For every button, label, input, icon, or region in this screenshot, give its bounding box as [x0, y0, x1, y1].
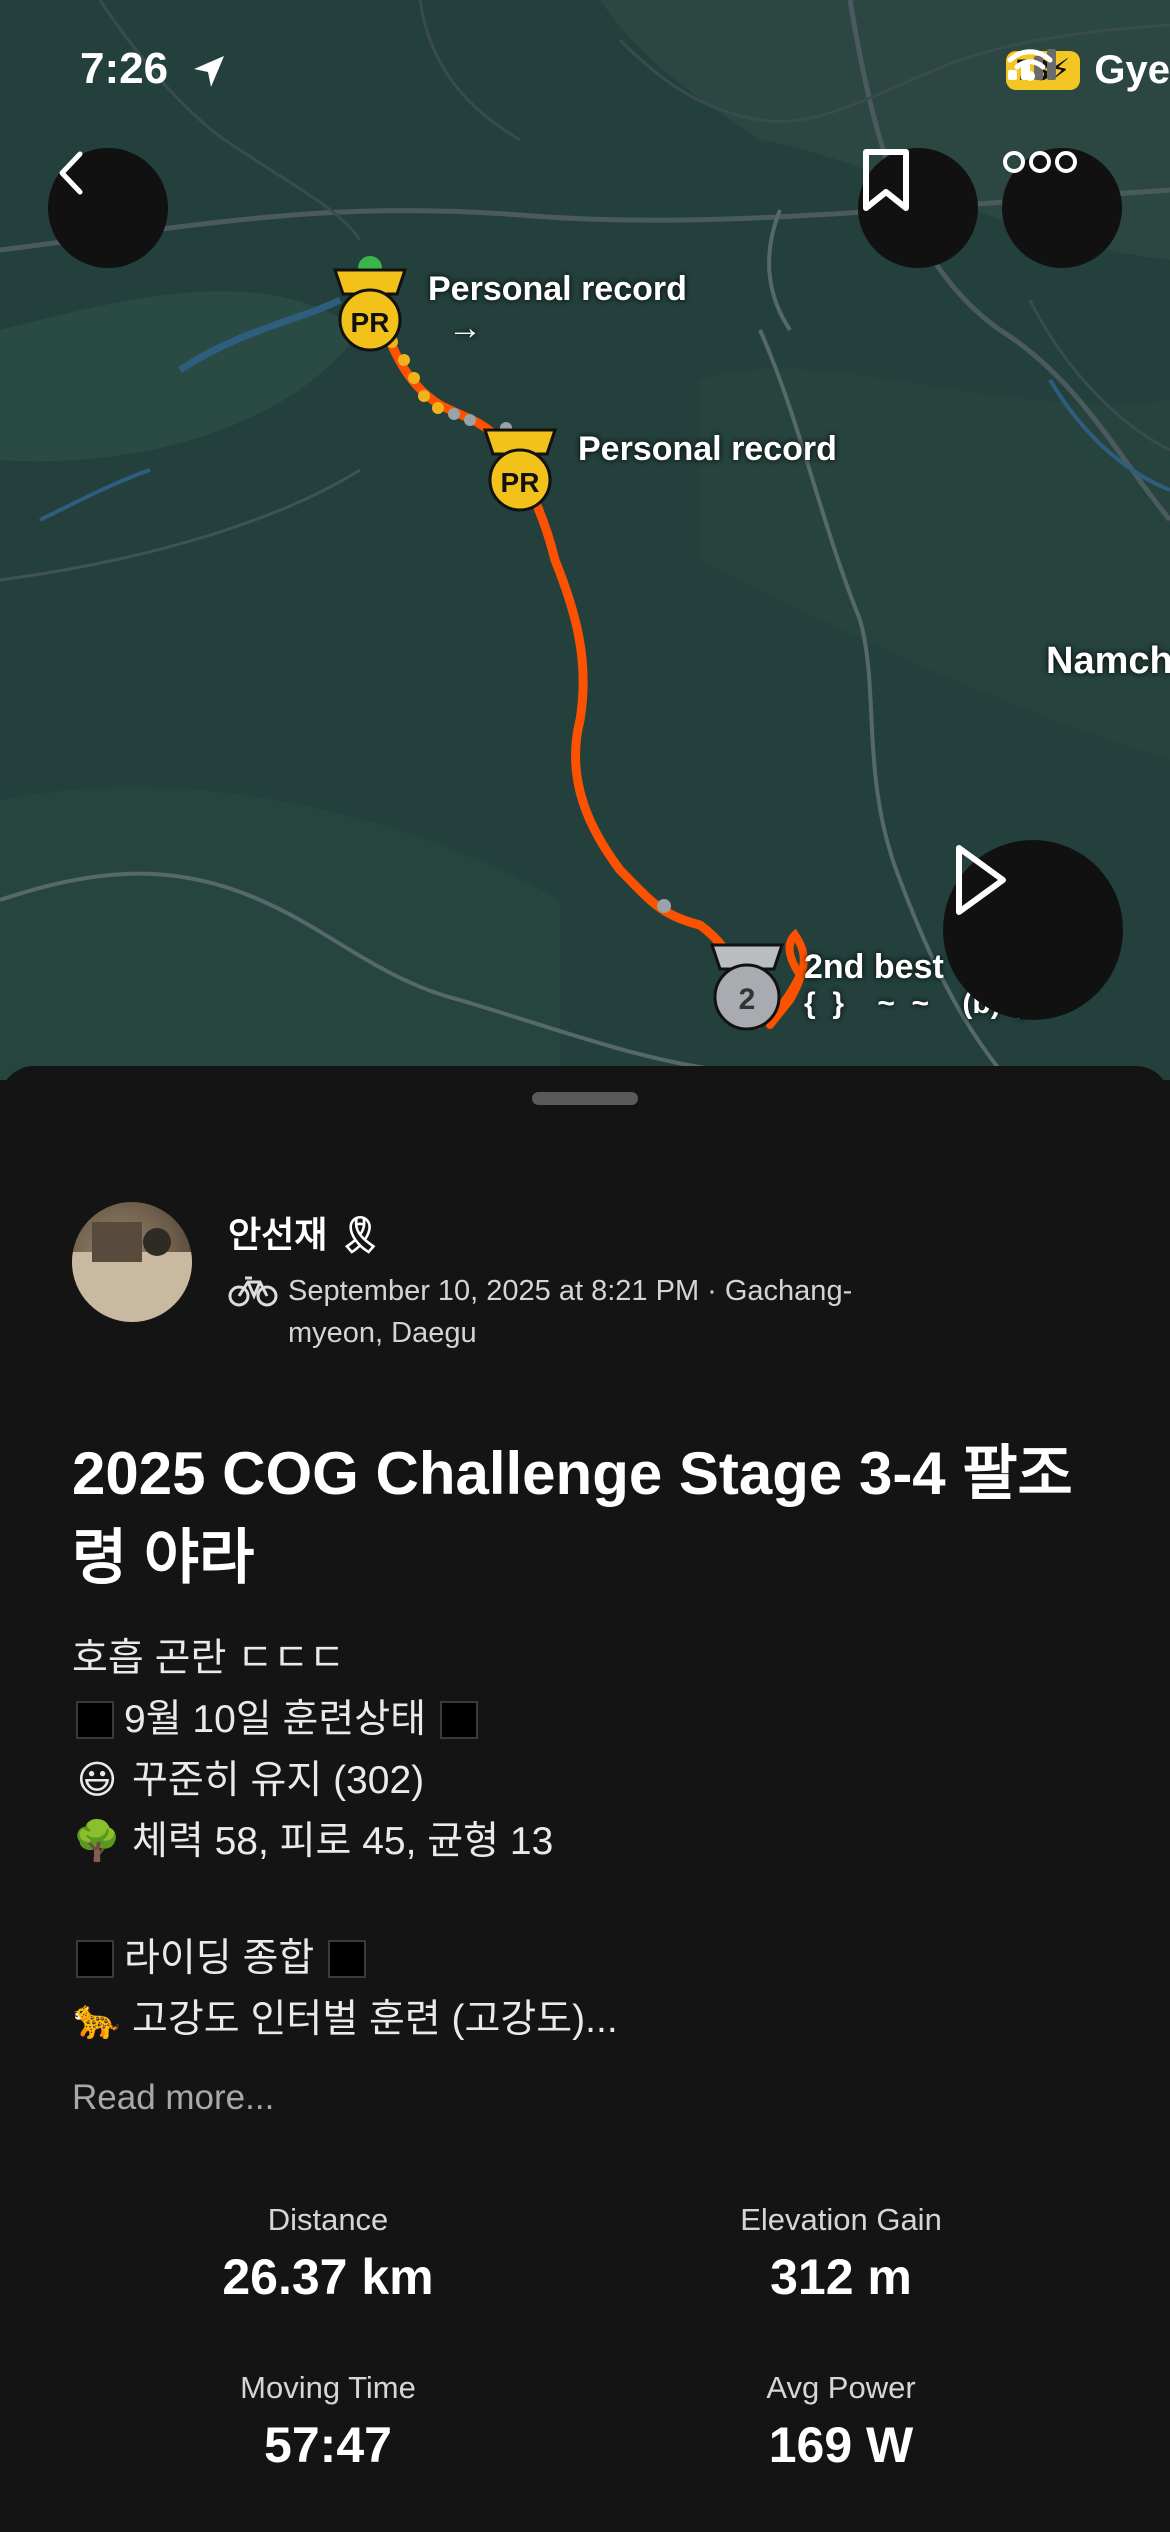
avatar[interactable]	[72, 1202, 192, 1322]
location-arrow-icon	[194, 56, 224, 87]
black-square-icon	[76, 1939, 114, 1978]
save-route-button[interactable]	[858, 148, 978, 268]
stat-avg-power: Avg Power 169 W	[766, 2370, 916, 2473]
activity-title: 2025 COG Challenge Stage 3-4 팔조령 야라	[72, 1440, 1073, 1591]
description-line: 😃 꾸준히 유지 (302)	[72, 1750, 1092, 1811]
map-place-label: Gye	[1094, 48, 1170, 92]
athlete-name[interactable]: 안선재 🎗	[228, 1206, 383, 1258]
map-place-namch: Namch	[1046, 640, 1170, 682]
more-options-button[interactable]	[1002, 148, 1122, 268]
activity-sheet: 안선재 🎗 September 10, 2025 at 8:21 PM · Ga…	[0, 1066, 1170, 2532]
tree-emoji-icon: 🌳	[72, 1820, 122, 1863]
black-square-icon	[76, 1700, 114, 1739]
pr-label-2: Personal record	[578, 430, 837, 468]
stat-moving-time: Moving Time 57:47	[240, 2370, 416, 2473]
svg-text:PR: PR	[351, 307, 390, 338]
play-icon	[956, 845, 1006, 915]
description-line: 9월 10일 훈련상태	[72, 1689, 1092, 1750]
route-map[interactable]: PR PR 2 7:26 73⚡ Gye Personal record → P…	[0, 0, 1170, 1080]
wifi-icon	[1007, 49, 1053, 81]
more-dots-icon	[1003, 151, 1077, 173]
description-line: 호흡 곤란 ㄷㄷㄷ	[72, 1637, 345, 1680]
read-more-link[interactable]: Read more...	[72, 2078, 274, 2118]
description-line: 🐆 고강도 인터벌 훈련 (고강도)...	[72, 1989, 1092, 2050]
sheet-drag-handle[interactable]	[532, 1092, 638, 1105]
back-button[interactable]	[48, 148, 168, 268]
bookmark-icon	[863, 149, 909, 211]
description-line: 🌳 체력 58, 피로 45, 균형 13	[72, 1811, 1092, 1872]
bike-icon	[228, 1276, 278, 1307]
svg-text:2: 2	[739, 983, 756, 1016]
smile-emoji-icon: 😃	[76, 1759, 118, 1802]
svg-text:PR: PR	[501, 467, 540, 498]
description-line: 라이딩 종합	[72, 1928, 1092, 1989]
play-flyover-button[interactable]	[943, 840, 1123, 1020]
leopard-emoji-icon: 🐆	[72, 1998, 122, 2041]
black-square-icon	[328, 1939, 367, 1978]
chevron-left-icon	[59, 151, 83, 195]
stat-elevation-gain: Elevation Gain 312 m	[740, 2202, 942, 2305]
stat-distance: Distance 26.37 km	[222, 2202, 434, 2305]
status-time: 7:26	[80, 44, 169, 93]
activity-description: 호흡 곤란 ㄷㄷㄷ 9월 10일 훈련상태 😃 꾸준히 유지 (302) 🌳 체…	[72, 1628, 1092, 2050]
black-square-icon	[440, 1700, 479, 1739]
pr-label-1: Personal record →	[428, 270, 687, 347]
status-indicators: 73⚡ Gye	[1005, 48, 1170, 93]
activity-meta: September 10, 2025 at 8:21 PM · Gachang-…	[288, 1275, 853, 1349]
